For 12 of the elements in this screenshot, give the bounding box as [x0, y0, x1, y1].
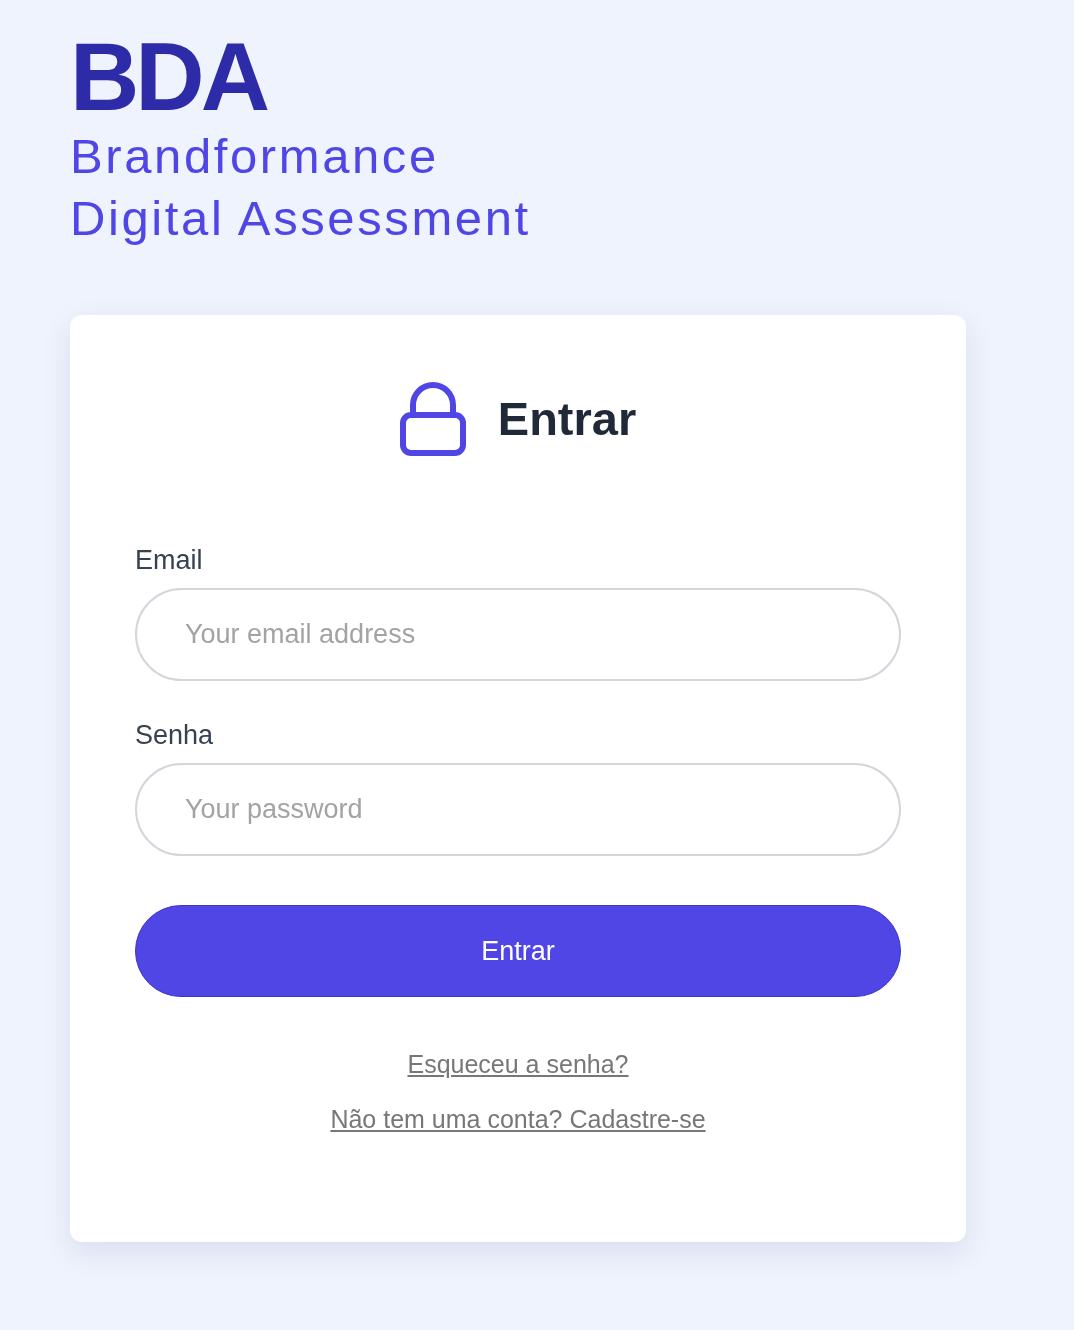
card-title: Entrar: [497, 391, 637, 447]
signup-link[interactable]: Não tem uma conta? Cadastre-se: [330, 1104, 706, 1134]
brand-subtitle-line: Brandformance: [70, 128, 439, 185]
forgot-password-link[interactable]: Esqueceu a senha?: [407, 1049, 629, 1079]
email-field[interactable]: Your email address: [135, 588, 901, 681]
brand-subtitle-line: Digital Assessment: [70, 190, 531, 247]
field-label: Senha: [135, 719, 214, 751]
lock-icon: [399, 382, 466, 456]
password-field[interactable]: Your password: [135, 763, 901, 856]
field-label: Email: [135, 544, 203, 576]
brand-logo: BDA: [70, 29, 266, 125]
submit-button[interactable]: Entrar: [135, 905, 901, 997]
